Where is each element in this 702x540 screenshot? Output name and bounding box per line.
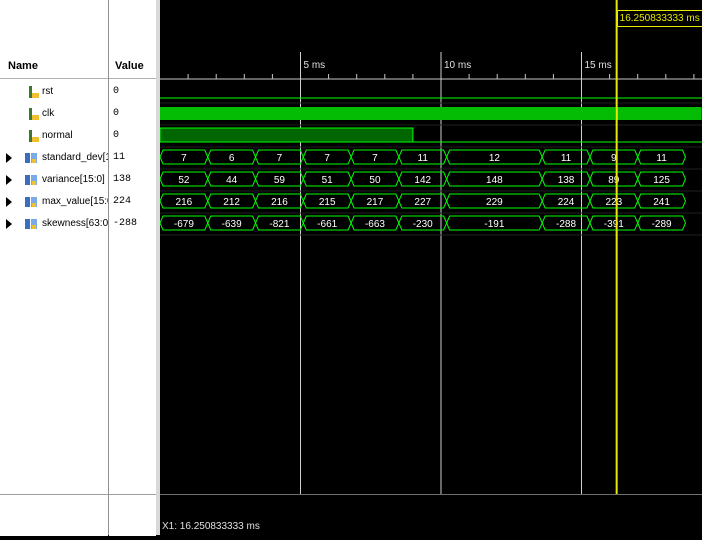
- name-panel-footer: [0, 494, 108, 536]
- expand-arrow-icon[interactable]: [6, 153, 12, 163]
- signal-name: normal: [42, 130, 73, 141]
- waveform-viewer: Name rst clk normal standard_dev[15 variance…: [0, 0, 702, 536]
- waveform-status-bar: X1: 16.250833333 ms: [160, 494, 702, 536]
- bus-segment-value: 11: [561, 153, 572, 164]
- signal-row-rst[interactable]: rst: [0, 82, 108, 102]
- bus-segment-value: 241: [653, 197, 670, 208]
- expand-arrow-icon[interactable]: [6, 175, 12, 185]
- signal-value: 224: [113, 196, 132, 207]
- bus-segment-value: -821: [269, 219, 289, 230]
- bus-segment-value: 216: [271, 197, 288, 208]
- expand-arrow-icon[interactable]: [6, 197, 12, 207]
- waveform-canvas[interactable]: 5 ms10 ms15 ms27677711121191152445951501…: [159, 0, 702, 535]
- signal-name: rst: [42, 86, 54, 97]
- bus-segment-value: 148: [486, 175, 503, 186]
- bus-segment-value: 7: [324, 153, 330, 164]
- expand-arrow-icon[interactable]: [6, 219, 12, 229]
- waveform-clk-fill: [160, 107, 702, 120]
- header-divider: [109, 78, 156, 79]
- bus-signal-icon: [25, 197, 37, 207]
- bus-segment-value: -288: [556, 219, 576, 230]
- bus-segment-value: 50: [369, 175, 381, 186]
- cursor-time-label[interactable]: 16.250833333 ms: [616, 10, 702, 27]
- bit-signal-icon: [29, 130, 39, 142]
- name-column-header[interactable]: Name: [8, 54, 38, 78]
- bus-segment-value: 223: [605, 197, 622, 208]
- waveform-area[interactable]: 5 ms10 ms15 ms27677711121191152445951501…: [159, 0, 702, 536]
- bus-signal-icon: [25, 219, 37, 229]
- bus-segment-value: -191: [484, 219, 504, 230]
- bus-segment-value: 142: [414, 175, 431, 186]
- bus-segment-value: 11: [418, 153, 429, 164]
- bus-segment-value: 12: [489, 153, 501, 164]
- signal-value: 0: [113, 108, 120, 119]
- signal-value: 0: [113, 86, 120, 97]
- waveform-normal-high: [159, 127, 414, 143]
- bus-segment-value: 89: [608, 175, 620, 186]
- signal-row-clk[interactable]: clk: [0, 104, 108, 124]
- signal-name: clk: [42, 108, 55, 119]
- bus-segment-value: 11: [656, 153, 667, 164]
- bus-segment-value: 227: [414, 197, 431, 208]
- bus-signal-icon: [25, 175, 37, 185]
- bus-segment-value: 216: [176, 197, 193, 208]
- bit-signal-icon: [29, 108, 39, 120]
- time-tick-label: 5 ms: [304, 60, 326, 71]
- signal-row-max_value150[interactable]: max_value[15:0]: [0, 192, 108, 212]
- bus-segment-value: -663: [365, 219, 385, 230]
- cursor-readout: X1: 16.250833333 ms: [162, 521, 260, 532]
- bus-segment-value: -661: [317, 219, 337, 230]
- signal-value-panel: Value 0 0 0 11 138 224 -288: [109, 0, 156, 536]
- bus-segment-value: 138: [558, 175, 575, 186]
- bus-segment-value: 7: [372, 153, 378, 164]
- bus-segment-value: -391: [604, 219, 624, 230]
- signal-name: skewness[63:0]: [42, 218, 108, 229]
- signal-name-panel: Name rst clk normal standard_dev[15 variance…: [0, 0, 108, 536]
- bus-segment-value: 44: [226, 175, 238, 186]
- signal-value: 0: [113, 130, 120, 141]
- bus-segment-value: 212: [223, 197, 240, 208]
- bit-signal-icon: [29, 86, 39, 98]
- value-column-header[interactable]: Value: [115, 54, 144, 78]
- signal-value: -288: [113, 218, 138, 229]
- bus-signal-icon: [25, 153, 37, 163]
- bus-segment-value: 7: [277, 153, 283, 164]
- signal-value: 138: [113, 174, 132, 185]
- signal-row-normal[interactable]: normal: [0, 126, 108, 146]
- time-tick-label: 10 ms: [444, 60, 471, 71]
- signal-row-standard_dev15[interactable]: standard_dev[15: [0, 148, 108, 168]
- bus-segment-value: 6: [229, 153, 235, 164]
- bus-segment-value: 215: [319, 197, 336, 208]
- signal-name: variance[15:0]: [42, 174, 105, 185]
- bus-segment-value: 217: [367, 197, 384, 208]
- bus-segment-value: 224: [558, 197, 575, 208]
- header-divider: [0, 78, 108, 79]
- bus-segment-value: 52: [178, 175, 190, 186]
- signal-name: max_value[15:0]: [42, 196, 108, 207]
- bus-segment-value: 7: [181, 153, 187, 164]
- bus-segment-value: 59: [274, 175, 286, 186]
- bus-segment-value: -679: [174, 219, 194, 230]
- time-tick-label: 15 ms: [585, 60, 612, 71]
- signal-row-skewness630[interactable]: skewness[63:0]: [0, 214, 108, 234]
- bus-segment-value: 125: [653, 175, 670, 186]
- signal-value: 11: [113, 152, 126, 163]
- value-panel-footer: [109, 494, 156, 536]
- signal-row-variance150[interactable]: variance[15:0]: [0, 170, 108, 190]
- bus-segment-value: 229: [486, 197, 503, 208]
- bus-segment-value: -230: [413, 219, 433, 230]
- signal-name: standard_dev[15: [42, 152, 108, 163]
- bus-segment-value: 51: [322, 175, 334, 186]
- bus-segment-value: -289: [652, 219, 672, 230]
- bus-segment-value: -639: [222, 219, 242, 230]
